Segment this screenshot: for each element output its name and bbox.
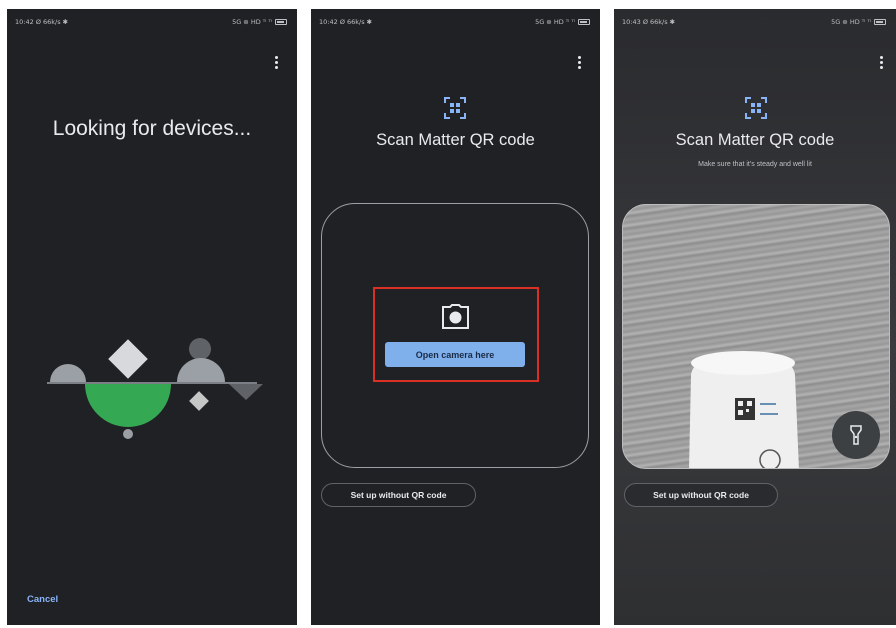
page-subtitle: Make sure that it's steady and well lit (698, 161, 812, 168)
status-time: 10:43 Ø 66k/s ✱ (622, 18, 676, 26)
flashlight-button[interactable] (832, 411, 880, 459)
triangle-shape (229, 384, 263, 400)
status-icons: 5G ⊛ HD ᵀˡ ᵀˡ (831, 18, 886, 26)
camera-icon (442, 304, 469, 329)
status-time: 10:42 Ø 66k/s ✱ (15, 18, 69, 26)
dot-shape (123, 429, 133, 439)
flashlight-icon (850, 425, 862, 445)
status-icons: 5G ⊛ HD ᵀˡ ᵀˡ (232, 18, 287, 26)
searching-shapes-illustration (47, 338, 263, 439)
page-title: Looking for devices... (52, 117, 252, 140)
open-camera-button[interactable]: Open camera here (385, 342, 525, 367)
page-title: Scan Matter QR code (376, 131, 535, 149)
battery-icon (874, 19, 886, 25)
grey-semicircle-shape (50, 364, 86, 382)
phone-screen-looking-for-devices: 10:42 Ø 66k/s ✱ 5G ⊛ HD ᵀˡ ᵀˡ Looking fo… (7, 9, 297, 625)
green-bowl-shape (85, 384, 171, 427)
more-vert-icon[interactable] (578, 56, 582, 70)
qr-scan-icon (444, 97, 466, 119)
more-vert-icon[interactable] (275, 56, 279, 70)
battery-icon (275, 19, 287, 25)
phone-screen-scan-qr: 10:42 Ø 66k/s ✱ 5G ⊛ HD ᵀˡ ᵀˡ Scan Matte… (311, 9, 600, 625)
status-time: 10:42 Ø 66k/s ✱ (319, 18, 373, 26)
status-bar: 10:42 Ø 66k/s ✱ 5G ⊛ HD ᵀˡ ᵀˡ (311, 9, 600, 33)
status-bar: 10:43 Ø 66k/s ✱ 5G ⊛ HD ᵀˡ ᵀˡ (614, 9, 896, 33)
status-bar: 10:42 Ø 66k/s ✱ 5G ⊛ HD ᵀˡ ᵀˡ (7, 9, 297, 33)
cancel-button[interactable]: Cancel (27, 594, 58, 605)
battery-icon (578, 19, 590, 25)
diamond-shape (108, 339, 148, 379)
more-vert-icon[interactable] (880, 56, 884, 70)
highlight-box (373, 287, 539, 382)
small-diamond-shape (189, 391, 209, 411)
phone-screen-camera-scan: 10:43 Ø 66k/s ✱ 5G ⊛ HD ᵀˡ ᵀˡ Scan Matte… (614, 9, 896, 625)
setup-without-qr-button[interactable]: Set up without QR code (624, 483, 778, 507)
circle-shape (189, 338, 211, 360)
setup-without-qr-button[interactable]: Set up without QR code (321, 483, 476, 507)
page-title: Scan Matter QR code (675, 131, 835, 149)
dark-semicircle-shape (177, 358, 225, 382)
status-icons: 5G ⊛ HD ᵀˡ ᵀˡ (535, 18, 590, 26)
qr-scan-icon (745, 97, 767, 119)
